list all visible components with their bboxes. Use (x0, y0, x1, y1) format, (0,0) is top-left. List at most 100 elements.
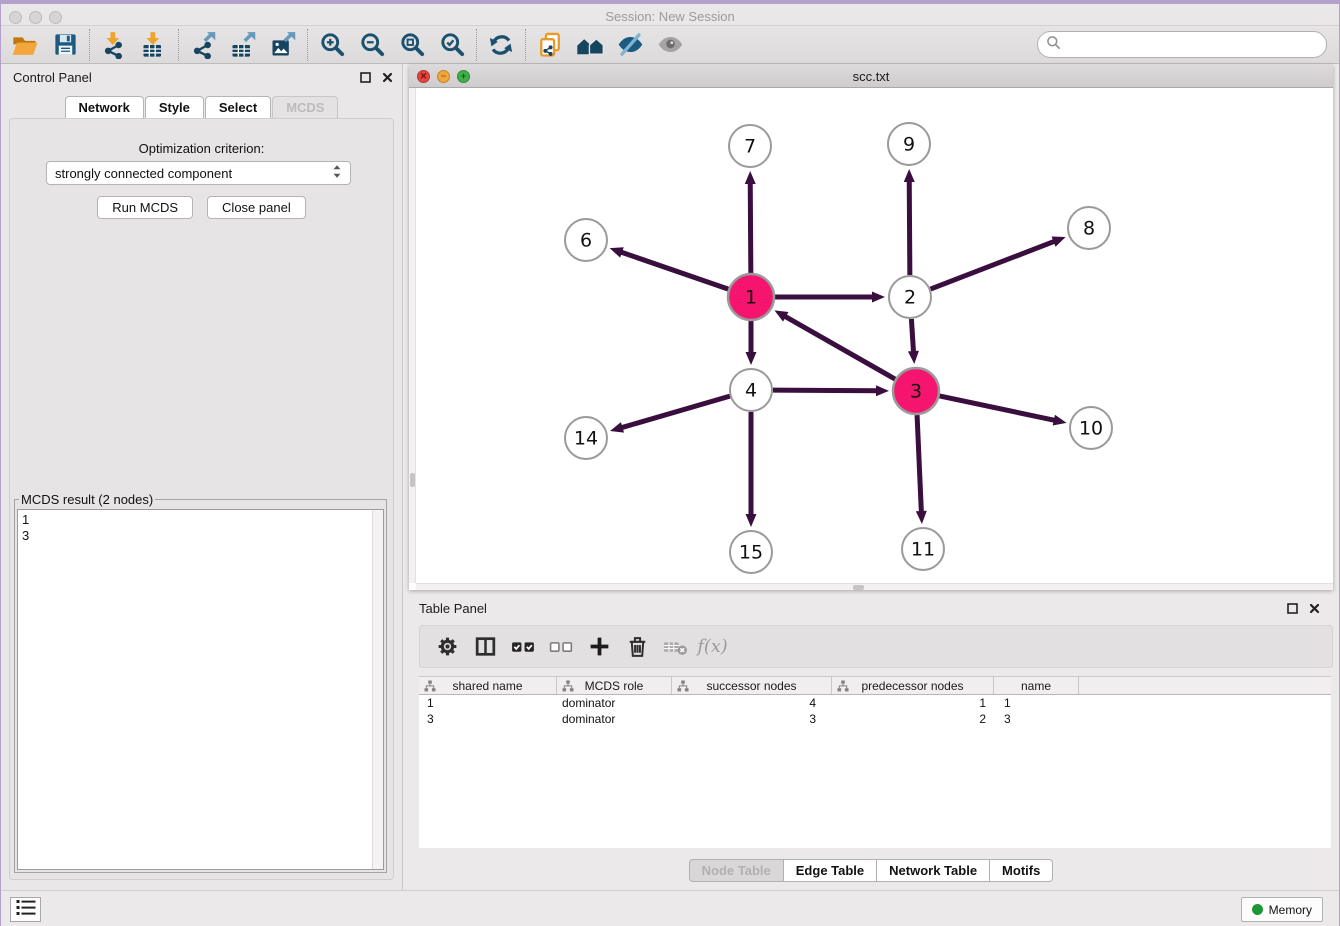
zoom-fit-icon[interactable] (392, 29, 432, 61)
select-all-icon[interactable] (504, 629, 542, 665)
node-label-9: 9 (903, 134, 915, 156)
export-image-icon[interactable] (263, 29, 303, 61)
column-header-successor-nodes[interactable]: successor nodes (672, 677, 832, 694)
delete-row-icon[interactable] (618, 629, 656, 665)
open-icon[interactable] (5, 29, 45, 61)
chevron-up-down-icon (332, 164, 342, 182)
edge-4-14[interactable] (621, 396, 730, 428)
tab-style[interactable]: Style (145, 96, 204, 118)
node-label-2: 2 (904, 287, 916, 309)
add-row-icon[interactable] (580, 629, 618, 665)
float-table-panel-icon[interactable] (1285, 601, 1299, 615)
node-label-15: 15 (739, 542, 763, 564)
close-panel-button[interactable]: Close panel (207, 196, 306, 219)
cell-shared-name[interactable]: 3 (419, 711, 557, 727)
settings-icon[interactable] (428, 629, 466, 665)
arrowhead-2-8 (1052, 237, 1066, 247)
column-header-MCDS-role[interactable]: MCDS role (557, 677, 672, 694)
zoom-out-icon[interactable] (352, 29, 392, 61)
export-table-icon[interactable] (223, 29, 263, 61)
edge-3-1[interactable] (784, 316, 895, 379)
export-network-icon[interactable] (183, 29, 223, 61)
show-preview-icon[interactable] (650, 29, 690, 61)
tab-network-table[interactable]: Network Table (877, 859, 990, 882)
arrowhead-4-15 (746, 514, 757, 527)
hide-preview-icon[interactable] (610, 29, 650, 61)
close-table-panel-icon[interactable] (1307, 601, 1321, 615)
network-canvas[interactable]: 1234678910111415 (409, 88, 1333, 590)
refresh-icon[interactable] (481, 29, 521, 61)
edge-3-11[interactable] (917, 415, 921, 513)
result-scrollbar[interactable] (372, 510, 383, 869)
tab-mcds[interactable]: MCDS (272, 96, 338, 118)
tab-motifs[interactable]: Motifs (990, 859, 1053, 882)
run-mcds-button[interactable]: Run MCDS (97, 196, 193, 219)
network-view-window: ✕ − + scc.txt 1234678910111415 (409, 65, 1333, 590)
titlebar: Session: New Session (1, 0, 1339, 26)
cell-name[interactable]: 3 (994, 711, 1079, 727)
node-label-4: 4 (745, 380, 757, 402)
arrowhead-1-7 (745, 171, 756, 184)
tab-select[interactable]: Select (205, 96, 271, 118)
search-icon (1046, 35, 1061, 55)
search-box[interactable] (1037, 31, 1327, 58)
cell-predecessor-nodes[interactable]: 1 (832, 695, 994, 711)
main-toolbar (1, 26, 1339, 64)
import-network-icon[interactable] (94, 29, 134, 61)
task-history-button[interactable] (10, 897, 41, 922)
table-row[interactable]: 1dominator411 (419, 695, 1331, 711)
edge-3-10[interactable] (939, 396, 1055, 421)
network-window-title: scc.txt (409, 69, 1333, 84)
criterion-select[interactable]: strongly connected component (46, 161, 351, 185)
zoom-in-icon[interactable] (312, 29, 352, 61)
cell-shared-name[interactable]: 1 (419, 695, 557, 711)
search-input[interactable] (1065, 36, 1326, 53)
node-label-11: 11 (911, 539, 935, 561)
tab-edge-table[interactable]: Edge Table (784, 859, 877, 882)
optimization-criterion-label: Optimization criterion: (10, 141, 393, 156)
column-header-name[interactable]: name (994, 677, 1079, 694)
column-header-shared-name[interactable]: shared name (419, 677, 557, 694)
edge-2-9[interactable] (909, 180, 910, 275)
list-icon (16, 899, 36, 921)
cell-name[interactable]: 1 (994, 695, 1079, 711)
network-horizontal-scrollbar[interactable] (416, 583, 1333, 590)
memory-button[interactable]: Memory (1241, 897, 1323, 922)
home-icon[interactable] (570, 29, 610, 61)
edge-1-7[interactable] (750, 182, 751, 273)
table-panel: Table Panel f(x) shared nameMCDS rolesuc… (409, 595, 1333, 890)
cell-MCDS-role[interactable]: dominator (557, 711, 672, 727)
arrowhead-1-2 (872, 292, 885, 303)
clone-network-icon[interactable] (530, 29, 570, 61)
network-window-titlebar[interactable]: ✕ − + scc.txt (409, 65, 1333, 88)
mcds-result-textarea[interactable]: 1 3 (17, 509, 384, 870)
deselect-all-icon[interactable] (542, 629, 580, 665)
cell-successor-nodes[interactable]: 4 (672, 695, 832, 711)
column-header-predecessor-nodes[interactable]: predecessor nodes (832, 677, 994, 694)
node-label-14: 14 (574, 428, 598, 450)
edge-4-3[interactable] (773, 390, 878, 391)
session-title: Session: New Session (1, 9, 1339, 24)
delete-table-icon (656, 629, 694, 665)
mcds-result-values: 1 3 (22, 512, 29, 544)
arrowhead-4-14 (610, 422, 624, 433)
edge-2-3[interactable] (911, 319, 913, 353)
cell-MCDS-role[interactable]: dominator (557, 695, 672, 711)
save-icon[interactable] (45, 29, 85, 61)
tab-node-table[interactable]: Node Table (689, 859, 784, 882)
table-toolbar: f(x) (419, 625, 1333, 668)
node-label-1: 1 (745, 287, 757, 309)
network-vertical-scrollbar[interactable] (409, 88, 416, 583)
table-row[interactable]: 3dominator323 (419, 711, 1331, 727)
import-table-icon[interactable] (134, 29, 174, 61)
cell-predecessor-nodes[interactable]: 2 (832, 711, 994, 727)
column-view-icon[interactable] (466, 629, 504, 665)
criterion-value: strongly connected component (55, 166, 332, 181)
cell-successor-nodes[interactable]: 3 (672, 711, 832, 727)
tab-network[interactable]: Network (65, 96, 144, 118)
edge-1-6[interactable] (620, 252, 728, 289)
zoom-selected-icon[interactable] (432, 29, 472, 61)
close-panel-icon[interactable] (380, 70, 394, 84)
edge-2-8[interactable] (931, 241, 1056, 289)
float-panel-icon[interactable] (358, 70, 372, 84)
